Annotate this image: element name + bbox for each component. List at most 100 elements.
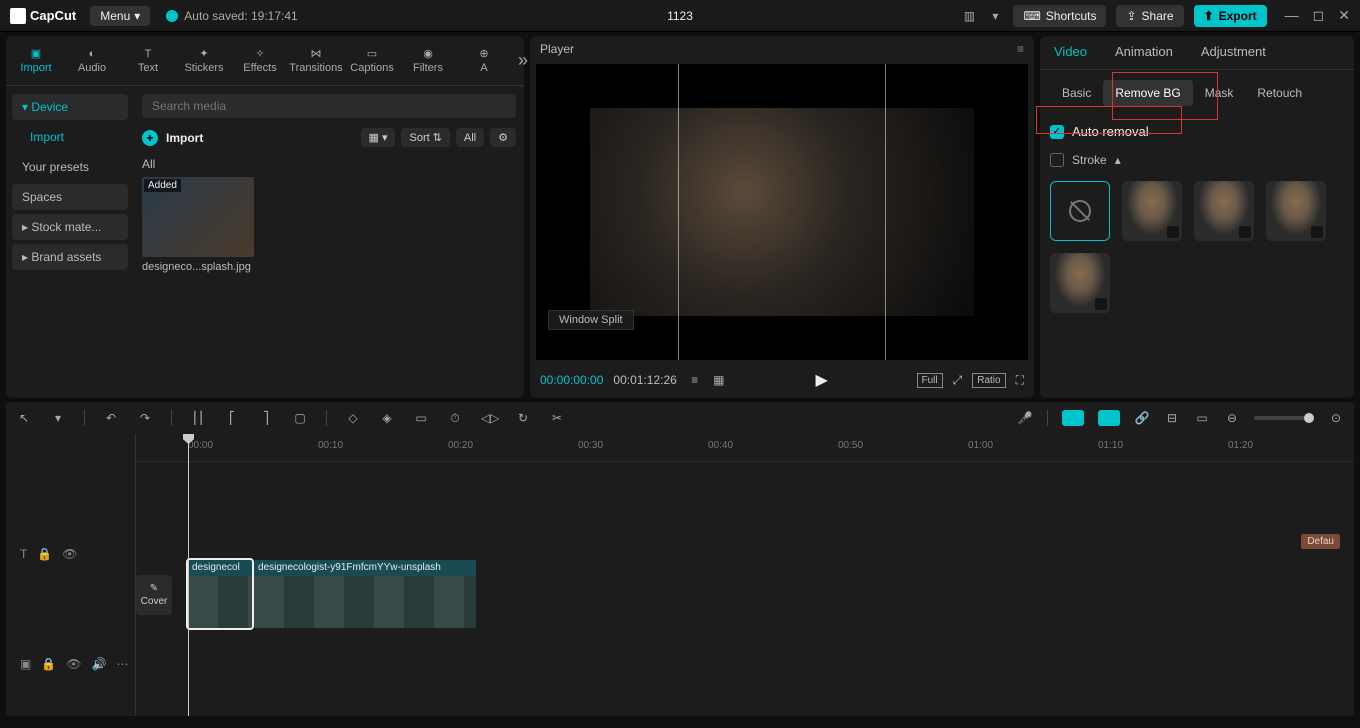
lock-icon[interactable]: 🔒: [37, 547, 52, 561]
timeline-tracks[interactable]: 00:00 00:10 00:20 00:30 00:40 00:50 01:0…: [136, 434, 1354, 716]
sidebar-import[interactable]: Import: [12, 124, 128, 150]
preset-4[interactable]: [1050, 253, 1110, 313]
preview-icon[interactable]: ▭: [1194, 411, 1210, 425]
zoom-out-icon[interactable]: ⊖: [1224, 411, 1240, 425]
scale-icon[interactable]: ⤢: [953, 373, 963, 388]
share-button[interactable]: ⇪Share: [1116, 5, 1183, 27]
preset-2[interactable]: [1194, 181, 1254, 241]
menu-button[interactable]: Menu▾: [90, 6, 150, 26]
media-thumbnail[interactable]: Added designeco...splash.jpg: [142, 177, 254, 273]
maximize-button[interactable]: ◻: [1313, 7, 1325, 24]
rotate-icon[interactable]: ↻: [515, 411, 531, 425]
chevron-down-icon[interactable]: ▾: [987, 9, 1003, 23]
clip-2[interactable]: designecologist-y91FmfcmYYw-unsplash: [254, 560, 476, 628]
text-track-head: T 🔒 👁: [6, 530, 92, 578]
preset-none[interactable]: [1050, 181, 1110, 241]
eye-icon[interactable]: 👁: [66, 657, 81, 671]
tab-transitions[interactable]: ⋈Transitions: [288, 47, 344, 74]
download-icon: [1095, 298, 1107, 310]
marker2-icon[interactable]: ◈: [379, 411, 395, 425]
split-icon[interactable]: ⎮⎮: [190, 411, 206, 425]
tab-audio[interactable]: ◐Audio: [64, 48, 120, 74]
player-viewport[interactable]: Window Split: [536, 64, 1028, 360]
mirror-icon[interactable]: ◁▷: [481, 411, 497, 425]
window-split-label[interactable]: Window Split: [548, 310, 634, 330]
cursor-icon[interactable]: ↖: [16, 411, 32, 425]
mute-icon[interactable]: 🔊: [92, 657, 107, 671]
properties-panel: Video Animation Adjustment Basic Remove …: [1040, 36, 1354, 398]
crop-icon[interactable]: ✂: [549, 411, 565, 425]
tab-video[interactable]: Video: [1040, 36, 1101, 69]
close-button[interactable]: ✕: [1338, 7, 1350, 24]
marker-icon[interactable]: ◇: [345, 411, 361, 425]
zoom-slider[interactable]: [1254, 416, 1314, 420]
align-icon[interactable]: ⊟: [1164, 411, 1180, 425]
speed-icon[interactable]: ⏱: [447, 411, 463, 426]
filter-button[interactable]: ⚙: [490, 128, 516, 147]
link-icon[interactable]: 🔗: [1134, 411, 1150, 425]
video-track-head: ▣ 🔒 👁 🔊 ⋯: [6, 640, 142, 688]
sidebar-presets[interactable]: Your presets: [12, 154, 128, 180]
redo-icon[interactable]: ↷: [137, 411, 153, 425]
timeline-toolbar: ↖ ▾ ↶ ↷ ⎮⎮ ⎡ ⎤ ▢ ◇ ◈ ▭ ⏱ ◁▷ ↻ ✂ 🎤 🔗 ⊟ ▭ …: [6, 402, 1354, 434]
tab-text[interactable]: TText: [120, 48, 176, 74]
tab-animation[interactable]: Animation: [1101, 36, 1187, 69]
undo-icon[interactable]: ↶: [103, 411, 119, 425]
download-icon: [1167, 226, 1179, 238]
fullscreen-icon[interactable]: ⛶: [1016, 373, 1024, 388]
list-icon[interactable]: ≡: [687, 373, 703, 387]
clip-1[interactable]: designecol: [188, 560, 252, 628]
sort-button[interactable]: Sort ⇅: [401, 128, 449, 147]
stroke-toggle[interactable]: Stroke ▴: [1050, 153, 1344, 167]
subtab-basic[interactable]: Basic: [1050, 80, 1103, 106]
eye-icon[interactable]: 👁: [62, 547, 77, 561]
thumbnail-name: designeco...splash.jpg: [142, 261, 254, 273]
minimize-button[interactable]: ―: [1285, 7, 1299, 24]
magnet-toggle[interactable]: [1098, 410, 1120, 426]
checkbox-off-icon: [1050, 153, 1064, 167]
preset-3[interactable]: [1266, 181, 1326, 241]
ratio-button[interactable]: Ratio: [972, 373, 1005, 388]
tab-import[interactable]: ▣Import: [8, 47, 64, 74]
sidebar-stock[interactable]: ▸ Stock mate...: [12, 214, 128, 240]
layout-icon[interactable]: ▥: [961, 9, 977, 23]
export-button[interactable]: ⬆Export: [1194, 5, 1267, 27]
tab-stickers[interactable]: ✦Stickers: [176, 47, 232, 74]
delete-icon[interactable]: ▢: [292, 411, 308, 425]
full-button[interactable]: Full: [917, 373, 943, 388]
download-icon: [1311, 226, 1323, 238]
search-input[interactable]: [142, 94, 516, 118]
plus-icon[interactable]: +: [142, 130, 158, 146]
shortcuts-button[interactable]: ⌨Shortcuts: [1013, 5, 1106, 27]
group-icon[interactable]: ▭: [413, 411, 429, 425]
snap-toggle[interactable]: [1062, 410, 1084, 426]
preset-1[interactable]: [1122, 181, 1182, 241]
guide-line-left: [678, 64, 679, 360]
timeline-ruler[interactable]: 00:00 00:10 00:20 00:30 00:40 00:50 01:0…: [136, 434, 1354, 462]
chevron-down-icon[interactable]: ▾: [50, 411, 66, 425]
playhead[interactable]: [188, 434, 189, 716]
player-title: Player: [540, 42, 574, 56]
tab-filters[interactable]: ◉Filters: [400, 47, 456, 74]
tab-more-a[interactable]: ⊕A: [456, 47, 512, 74]
tab-effects[interactable]: ✧Effects: [232, 47, 288, 74]
collapse-icon: ▴: [1115, 153, 1121, 167]
grid-icon[interactable]: ▦: [711, 373, 727, 387]
play-button[interactable]: ▶: [816, 370, 828, 390]
trim-right-icon[interactable]: ⎤: [258, 411, 274, 425]
all-header: All: [142, 157, 516, 171]
tab-adjustment[interactable]: Adjustment: [1187, 36, 1280, 69]
subtab-retouch[interactable]: Retouch: [1245, 80, 1314, 106]
trim-left-icon[interactable]: ⎡: [224, 411, 240, 425]
zoom-fit-icon[interactable]: ⊙: [1328, 411, 1344, 425]
view-mode-button[interactable]: ▦ ▾: [361, 128, 396, 147]
sidebar-brand[interactable]: ▸ Brand assets: [12, 244, 128, 270]
lock-icon[interactable]: 🔒: [41, 657, 56, 671]
filter-all-button[interactable]: All: [456, 128, 484, 147]
mic-icon[interactable]: 🎤: [1017, 411, 1033, 425]
player-menu-icon[interactable]: ≡: [1017, 42, 1024, 56]
sidebar-spaces[interactable]: Spaces: [12, 184, 128, 210]
more-icon[interactable]: ⋯: [116, 657, 128, 671]
tab-captions[interactable]: ▭Captions: [344, 47, 400, 74]
sidebar-device[interactable]: ▾ Device: [12, 94, 128, 120]
